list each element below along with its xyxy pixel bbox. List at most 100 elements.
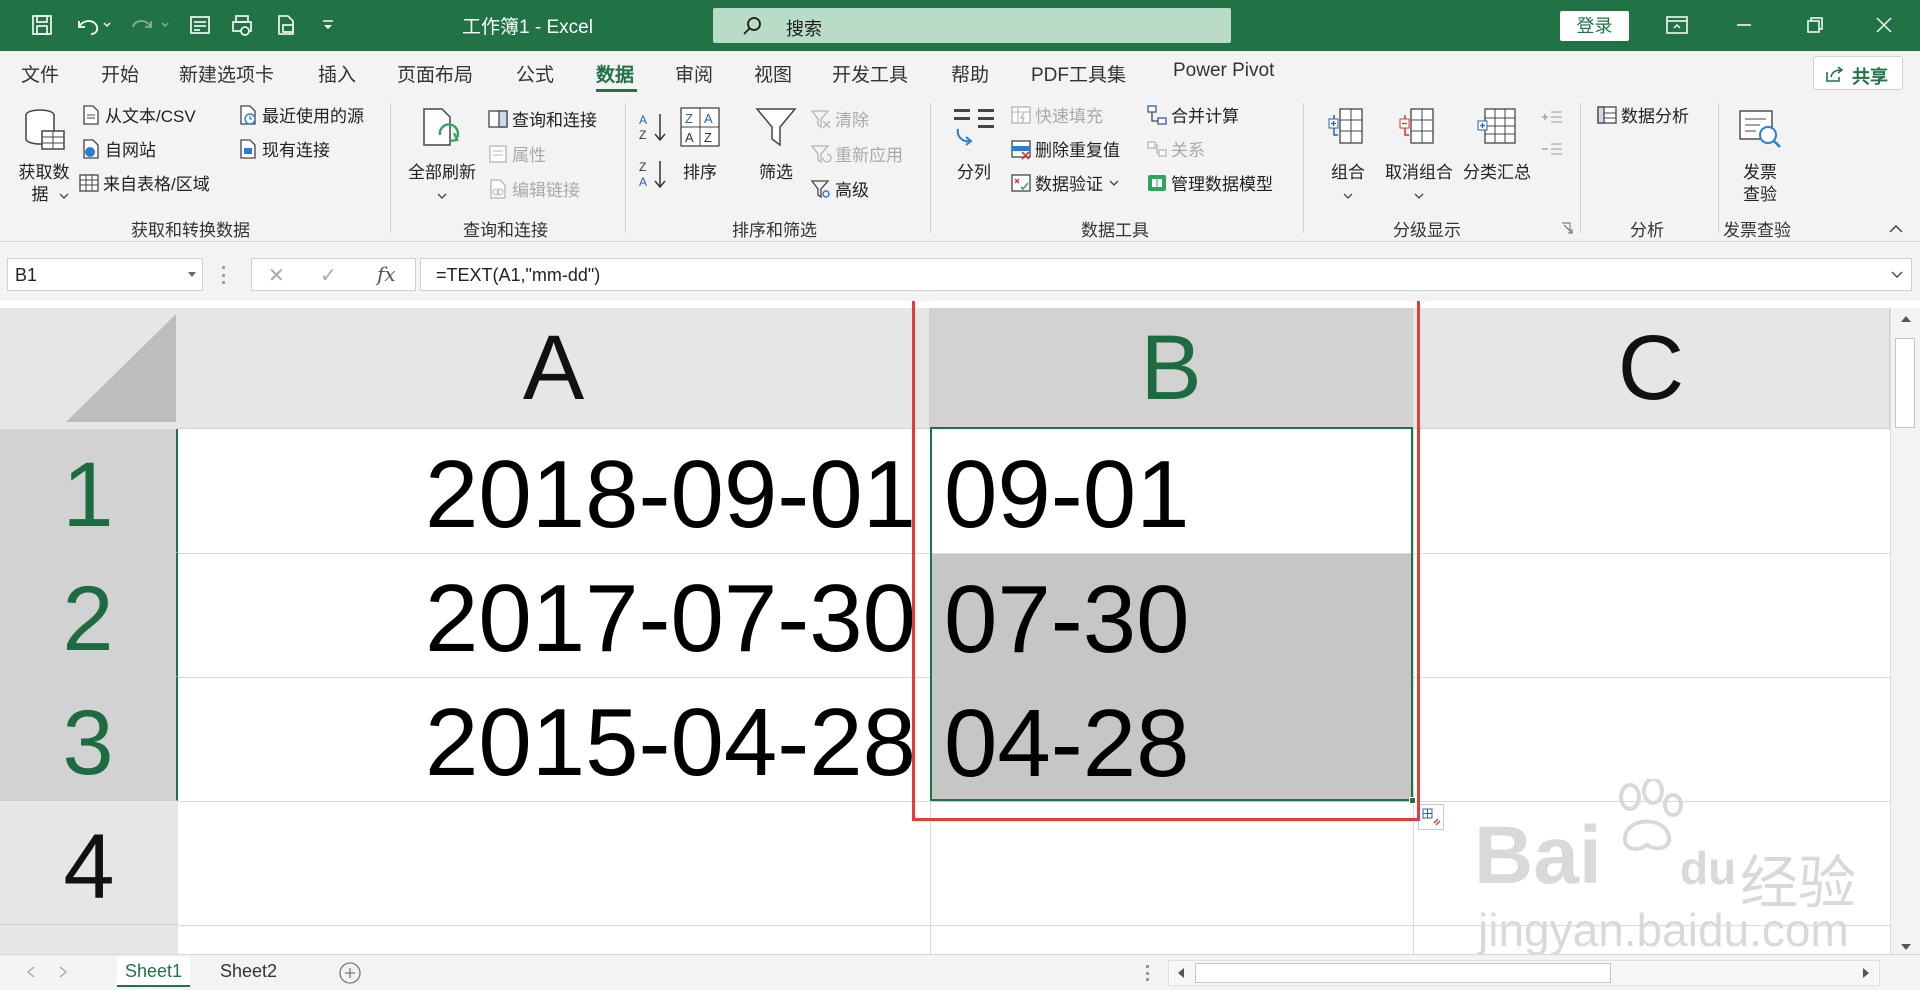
undo-icon[interactable] (68, 8, 118, 42)
tab-file[interactable]: 文件 (21, 60, 59, 87)
resize-handle-icon[interactable] (222, 266, 225, 284)
redo-icon[interactable] (126, 8, 176, 42)
hide-detail-icon[interactable] (1540, 139, 1564, 159)
chevron-down-icon (437, 193, 447, 199)
cell-value: 2015-04-28 (424, 689, 916, 796)
name-box[interactable]: B1 (7, 258, 203, 291)
scroll-right-icon[interactable] (1861, 967, 1871, 979)
tab-review[interactable]: 审阅 (675, 60, 713, 87)
data-analysis-button[interactable]: 数据分析 (1596, 102, 1689, 127)
tab-power-pivot[interactable]: Power Pivot (1173, 60, 1274, 82)
column-header-a[interactable]: A (178, 308, 930, 429)
consolidate-button[interactable]: 合并计算 (1146, 102, 1239, 127)
manage-data-model-button[interactable]: 管理数据模型 (1146, 170, 1273, 195)
edit-links-button[interactable]: 编辑链接 (487, 176, 580, 201)
flash-fill-button[interactable]: 快速填充 (1010, 102, 1103, 127)
horizontal-scrollbar[interactable] (1168, 960, 1880, 986)
watermark-brand2: du (1680, 842, 1737, 894)
existing-connections-button[interactable]: 现有连接 (237, 136, 330, 161)
sheet-tab-sheet2[interactable]: Sheet2 (212, 957, 285, 987)
vertical-scrollbar[interactable] (1890, 308, 1920, 954)
tab-formulas[interactable]: 公式 (516, 60, 554, 87)
next-sheet-icon[interactable] (58, 966, 68, 978)
sort-za-button[interactable]: ZA (638, 158, 668, 190)
watermark-brand: Bai (1474, 810, 1602, 901)
sort-button[interactable]: ZAAZ 排序 (676, 103, 724, 213)
row-header-3[interactable]: 3 (0, 677, 178, 801)
advanced-filter-button[interactable]: 高级 (810, 176, 869, 201)
reapply-button[interactable]: 重新应用 (810, 141, 903, 166)
restore-icon[interactable] (1795, 8, 1835, 42)
properties-button[interactable]: 属性 (487, 141, 546, 166)
recent-sources-button[interactable]: 最近使用的源 (237, 102, 364, 127)
cell-a1[interactable]: 2018-09-01 (178, 429, 916, 553)
row-header-5[interactable] (0, 925, 178, 954)
ungroup-button[interactable]: 取消组合 (1380, 103, 1458, 213)
print-icon[interactable] (266, 8, 306, 42)
row-header-1[interactable]: 1 (0, 429, 178, 553)
show-detail-icon[interactable] (1540, 107, 1564, 127)
from-table-button[interactable]: 来自表格/区域 (78, 170, 210, 195)
invoice-check-button[interactable]: 发票 查验 (1730, 103, 1790, 213)
tab-page-layout[interactable]: 页面布局 (397, 60, 473, 87)
select-all-button[interactable] (0, 308, 178, 429)
scroll-up-icon[interactable] (1900, 314, 1912, 324)
quick-analysis-icon[interactable] (1418, 804, 1444, 830)
subtotal-button[interactable]: 分类汇总 (1460, 103, 1534, 213)
cell-a2[interactable]: 2017-07-30 (178, 553, 916, 677)
text-to-columns-button[interactable]: 分列 (944, 103, 1004, 213)
scroll-left-icon[interactable] (1176, 967, 1186, 979)
customize-toolbar-icon[interactable] (310, 8, 346, 42)
print-preview-icon[interactable] (222, 8, 262, 42)
queries-connections-button[interactable]: 查询和连接 (487, 106, 597, 131)
ribbon-display-options-icon[interactable] (1657, 8, 1697, 42)
form-icon[interactable] (180, 8, 220, 42)
remove-duplicates-label: 删除重复值 (1035, 141, 1120, 160)
tab-help[interactable]: 帮助 (951, 60, 989, 87)
filter-button[interactable]: 筛选 (748, 103, 804, 213)
resize-handle-icon[interactable] (1146, 965, 1149, 981)
close-icon[interactable] (1864, 8, 1904, 42)
tab-insert[interactable]: 插入 (318, 60, 356, 87)
insert-function-icon[interactable]: fx (377, 262, 396, 286)
prev-sheet-icon[interactable] (26, 966, 36, 978)
expand-formula-bar-icon[interactable] (1891, 271, 1903, 279)
sheet-tab-sheet1[interactable]: Sheet1 (117, 957, 191, 987)
share-button[interactable]: 共享 (1813, 56, 1903, 90)
save-icon[interactable] (22, 8, 62, 42)
tab-home[interactable]: 开始 (101, 60, 139, 87)
tab-pdf-tools[interactable]: PDF工具集 (1031, 60, 1126, 87)
data-validation-button[interactable]: 数据验证 (1010, 170, 1119, 195)
horizontal-scroll-thumb[interactable] (1195, 963, 1611, 983)
dialog-launcher-icon[interactable] (1560, 221, 1574, 235)
search-box[interactable]: 搜索 (713, 8, 1231, 43)
tab-data[interactable]: 数据 (596, 60, 634, 87)
get-data-button[interactable]: 获取数 据 (12, 103, 76, 213)
cell-a3[interactable]: 2015-04-28 (178, 677, 916, 801)
column-header-c[interactable]: C (1413, 308, 1890, 429)
formula-input[interactable]: =TEXT(A1,"mm-dd") (420, 258, 1912, 291)
remove-duplicates-button[interactable]: 删除重复值 (1010, 136, 1120, 161)
from-web-button[interactable]: 自网站 (80, 136, 156, 161)
collapse-ribbon-icon[interactable] (1888, 222, 1904, 234)
refresh-all-button[interactable]: 全部刷新 (404, 103, 480, 213)
tab-developer[interactable]: 开发工具 (832, 60, 908, 87)
add-sheet-icon[interactable] (338, 961, 362, 985)
tab-view[interactable]: 视图 (754, 60, 792, 87)
cancel-icon[interactable]: ✕ (268, 263, 285, 288)
clear-filter-button[interactable]: 清除 (810, 106, 869, 131)
relationships-button[interactable]: 关系 (1146, 136, 1205, 161)
vertical-scroll-thumb[interactable] (1895, 338, 1915, 428)
enter-icon[interactable]: ✓ (320, 263, 337, 288)
sort-descending-icon: ZA (639, 160, 666, 189)
group-button[interactable]: 组合 (1320, 103, 1376, 213)
from-text-csv-button[interactable]: 从文本/CSV (80, 102, 196, 127)
minimize-icon[interactable] (1724, 8, 1764, 42)
worksheet-grid[interactable]: A B C 1 2 3 4 2018-09-01 2017-07-30 2015… (0, 301, 1920, 954)
row-header-2[interactable]: 2 (0, 553, 178, 677)
login-button[interactable]: 登录 (1560, 11, 1629, 41)
sort-az-button[interactable]: AZ (638, 111, 668, 143)
scroll-down-icon[interactable] (1900, 942, 1912, 952)
tab-new-tab[interactable]: 新建选项卡 (179, 60, 274, 87)
row-header-4[interactable]: 4 (0, 801, 178, 925)
